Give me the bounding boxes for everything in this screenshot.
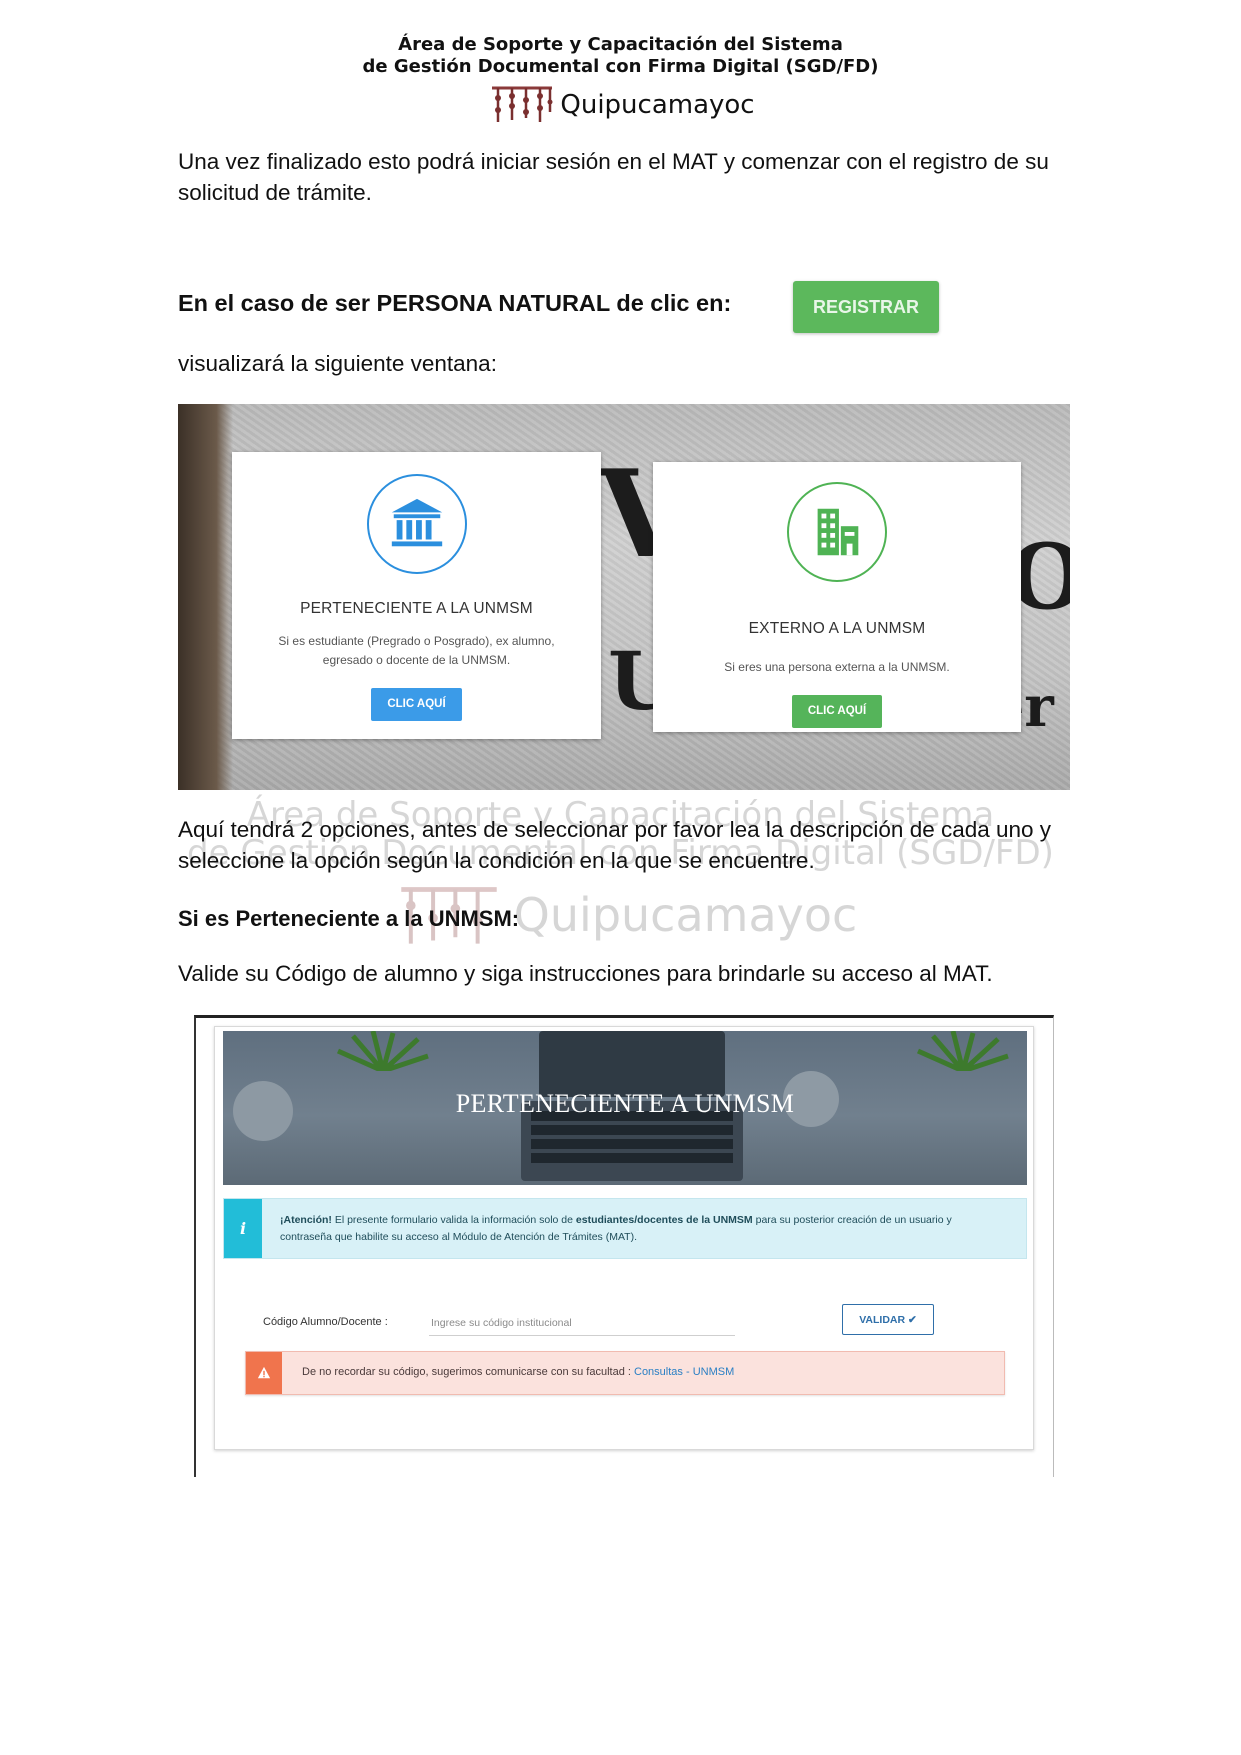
warning-alert-text: De no recordar su código, sugerimos comu… xyxy=(302,1366,734,1378)
consultas-unmsm-link[interactable]: Consultas - UNMSM xyxy=(634,1366,734,1378)
code-label: Código Alumno/Docente : xyxy=(263,1316,388,1328)
building-icon xyxy=(787,482,887,582)
code-validation-screenshot: PERTENECIENTE A UNMSM i ¡Atención! El pr… xyxy=(194,1015,1054,1477)
dark-sculpture-background xyxy=(178,404,233,790)
registrar-button[interactable]: REGISTRAR xyxy=(793,281,939,333)
logo-text: Quipucamayoc xyxy=(560,90,755,120)
header-line-2: de Gestión Documental con Firma Digital … xyxy=(362,56,879,77)
validation-panel: PERTENECIENTE A UNMSM i ¡Atención! El pr… xyxy=(214,1026,1034,1450)
info-icon: i xyxy=(224,1199,262,1258)
card-externo: EXTERNO A LA UNMSM Si eres una persona e… xyxy=(653,462,1021,732)
info-alert-text-before: El presente formulario valida la informa… xyxy=(331,1214,576,1226)
info-alert: i ¡Atención! El presente formulario vali… xyxy=(223,1198,1027,1259)
warning-alert: De no recordar su código, sugerimos comu… xyxy=(245,1351,1005,1395)
plant-right-image xyxy=(916,1031,1009,1071)
perteneciente-heading: Si es Perteneciente a la UNMSM: xyxy=(178,906,520,931)
quipu-logo-icon xyxy=(492,86,553,122)
quipucamayoc-logo: Quipucamayoc xyxy=(0,82,1241,126)
persona-natural-heading: En el caso de ser PERSONA NATURAL de cli… xyxy=(178,290,732,316)
options-paragraph: Aquí tendrá 2 opciones, antes de selecci… xyxy=(178,817,1052,873)
card-perteneciente-description: Si es estudiante (Pregrado o Posgrado), … xyxy=(278,634,555,667)
code-input[interactable] xyxy=(429,1310,735,1336)
warning-text: De no recordar su código, sugerimos comu… xyxy=(302,1366,634,1378)
window-intro-paragraph: visualizará la siguiente ventana: xyxy=(178,351,497,376)
banner-image: PERTENECIENTE A UNMSM xyxy=(223,1031,1027,1185)
info-alert-lead: ¡Atención! xyxy=(280,1214,332,1226)
plant-left-image xyxy=(336,1031,429,1071)
intro-paragraph: Una vez finalizado esto podrá iniciar se… xyxy=(178,149,1049,205)
clic-aqui-perteneciente-button[interactable]: CLIC AQUÍ xyxy=(371,688,462,721)
card-perteneciente: PERTENECIENTE A LA UNMSM Si es estudiant… xyxy=(232,452,601,739)
validate-paragraph: Valide su Código de alumno y siga instru… xyxy=(178,961,993,986)
institution-icon xyxy=(366,474,467,574)
validar-button[interactable]: VALIDAR ✔ xyxy=(842,1304,934,1335)
card-externo-description: Si eres una persona externa a la UNMSM. xyxy=(724,660,950,674)
info-alert-text: ¡Atención! El presente formulario valida… xyxy=(280,1212,1000,1246)
warning-icon xyxy=(246,1352,282,1394)
clic-aqui-externo-button[interactable]: CLIC AQUÍ xyxy=(791,695,883,728)
user-type-selection-screenshot: V O Per U PERTENECIENTE A LA UNMSM Si es… xyxy=(178,404,1070,790)
watermark-logo-text: Quipucamayoc xyxy=(513,888,858,942)
info-alert-bold: estudiantes/docentes de la UNMSM xyxy=(575,1214,753,1226)
document-header: Área de Soporte y Capacitación del Siste… xyxy=(0,34,1241,126)
header-line-1: Área de Soporte y Capacitación del Siste… xyxy=(398,34,843,55)
card-externo-title: EXTERNO A LA UNMSM xyxy=(748,620,926,637)
banner-title: PERTENECIENTE A UNMSM xyxy=(455,1089,795,1118)
card-perteneciente-title: PERTENECIENTE A LA UNMSM xyxy=(300,600,533,617)
